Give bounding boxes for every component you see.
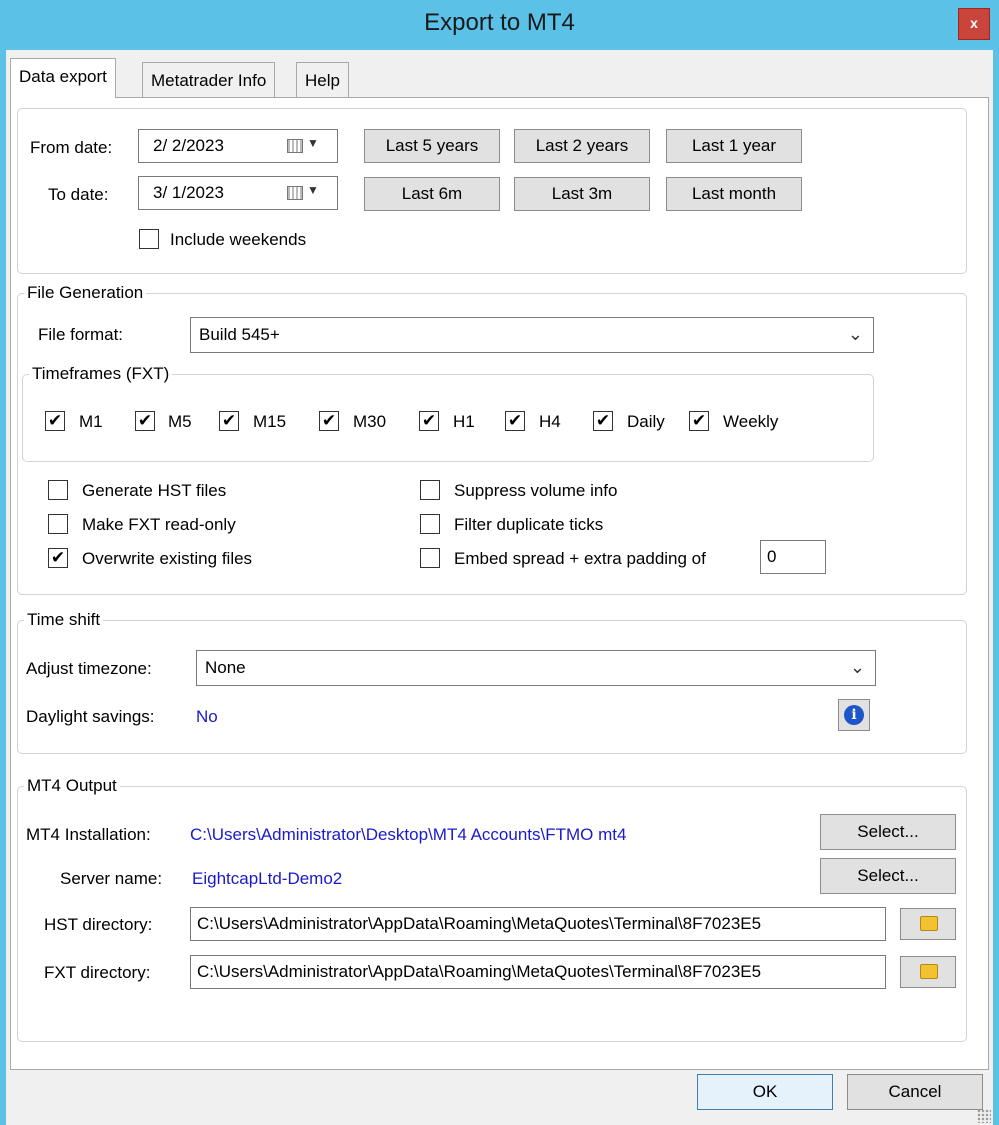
chevron-down-icon: ⌄ — [849, 657, 865, 677]
mt4-output-group: MT4 Output MT4 Installation: C:\Users\Ad… — [17, 776, 967, 1042]
generate-hst-checkbox[interactable] — [48, 480, 68, 500]
date-range-group: From date: 2/ 2/2023 ▼ To date: 3/ 1/202… — [17, 108, 967, 274]
info-icon: i — [844, 705, 864, 725]
file-format-select[interactable]: Build 545+ ⌄ — [190, 317, 874, 353]
last-5-years-button[interactable]: Last 5 years — [364, 129, 500, 163]
last-1-year-button[interactable]: Last 1 year — [666, 129, 802, 163]
timezone-value: None — [205, 658, 246, 677]
from-date-picker[interactable]: 2/ 2/2023 ▼ — [138, 129, 338, 163]
calendar-icon — [287, 186, 303, 200]
timeframe-m30-label: M30 — [353, 412, 387, 431]
resize-grip[interactable] — [977, 1109, 991, 1123]
timeframe-weekly-label: Weekly — [723, 412, 779, 431]
tab-metatrader-info[interactable]: Metatrader Info — [142, 62, 276, 98]
overwrite-files-checkbox[interactable]: ✔ — [48, 548, 68, 568]
from-date-value: 2/ 2/2023 — [153, 136, 224, 155]
suppress-volume-label: Suppress volume info — [454, 481, 618, 500]
last-2-years-button[interactable]: Last 2 years — [514, 129, 650, 163]
mt4-installation-path: C:\Users\Administrator\Desktop\MT4 Accou… — [190, 825, 627, 844]
select-installation-button[interactable]: Select... — [820, 814, 956, 850]
suppress-volume-checkbox[interactable] — [420, 480, 440, 500]
chevron-down-icon: ▼ — [307, 183, 319, 197]
timeframe-h4-checkbox[interactable]: ✔ — [505, 411, 525, 431]
generate-hst-label: Generate HST files — [82, 481, 227, 500]
server-name-label: Server name: — [60, 869, 163, 888]
server-name-value: EightcapLtd-Demo2 — [192, 869, 343, 888]
timeframe-m5-label: M5 — [168, 412, 192, 431]
time-shift-group: Time shift Adjust timezone: None ⌄ Dayli… — [17, 610, 967, 754]
select-server-button[interactable]: Select... — [820, 858, 956, 894]
timeframe-h1-checkbox[interactable]: ✔ — [419, 411, 439, 431]
timezone-select[interactable]: None ⌄ — [196, 650, 876, 686]
tab-help[interactable]: Help — [296, 62, 349, 98]
padding-input[interactable]: 0 — [760, 540, 826, 574]
to-date-picker[interactable]: 3/ 1/2023 ▼ — [138, 176, 338, 210]
to-date-value: 3/ 1/2023 — [153, 183, 224, 202]
calendar-icon — [287, 139, 303, 153]
file-generation-legend: File Generation — [24, 283, 147, 303]
ok-button[interactable]: OK — [697, 1074, 833, 1110]
folder-icon — [920, 964, 938, 979]
folder-icon — [920, 916, 938, 931]
filter-duplicates-checkbox[interactable] — [420, 514, 440, 534]
embed-spread-label: Embed spread + extra padding of — [454, 549, 706, 568]
hst-directory-input[interactable]: C:\Users\Administrator\AppData\Roaming\M… — [190, 907, 886, 941]
timeframe-m15-label: M15 — [253, 412, 287, 431]
timeframe-daily-label: Daily — [627, 412, 665, 431]
adjust-timezone-label: Adjust timezone: — [26, 659, 152, 678]
from-date-label: From date: — [30, 138, 113, 157]
tab-panel-data-export: From date: 2/ 2/2023 ▼ To date: 3/ 1/202… — [10, 97, 989, 1070]
timeframe-daily-checkbox[interactable]: ✔ — [593, 411, 613, 431]
fxt-read-only-checkbox[interactable] — [48, 514, 68, 534]
chevron-down-icon: ⌄ — [847, 324, 863, 344]
time-shift-legend: Time shift — [24, 610, 104, 630]
fxt-directory-label: FXT directory: — [44, 963, 151, 982]
timeframe-m15-checkbox[interactable]: ✔ — [219, 411, 239, 431]
timeframe-m5-checkbox[interactable]: ✔ — [135, 411, 155, 431]
file-format-value: Build 545+ — [199, 325, 280, 344]
close-button[interactable]: x — [958, 8, 990, 40]
window-title: Export to MT4 — [424, 9, 575, 36]
hst-browse-button[interactable] — [900, 908, 956, 940]
timeframe-m1-checkbox[interactable]: ✔ — [45, 411, 65, 431]
hst-directory-label: HST directory: — [44, 915, 153, 934]
mt4-output-legend: MT4 Output — [24, 776, 120, 796]
embed-spread-checkbox[interactable] — [420, 548, 440, 568]
tab-data-export[interactable]: Data export — [10, 58, 116, 98]
timeframe-m30-checkbox[interactable]: ✔ — [319, 411, 339, 431]
last-6m-button[interactable]: Last 6m — [364, 177, 500, 211]
timeframes-group: Timeframes (FXT) ✔ M1 ✔ M5 ✔ M15 ✔ M30 ✔… — [22, 364, 874, 462]
last-month-button[interactable]: Last month — [666, 177, 802, 211]
include-weekends-label: Include weekends — [170, 230, 307, 249]
filter-duplicates-label: Filter duplicate ticks — [454, 515, 604, 534]
overwrite-files-label: Overwrite existing files — [82, 549, 253, 568]
cancel-button[interactable]: Cancel — [847, 1074, 983, 1110]
last-3m-button[interactable]: Last 3m — [514, 177, 650, 211]
chevron-down-icon: ▼ — [307, 136, 319, 150]
timeframe-h1-label: H1 — [453, 412, 475, 431]
file-generation-group: File Generation File format: Build 545+ … — [17, 283, 967, 595]
timeframes-legend: Timeframes (FXT) — [29, 364, 173, 384]
to-date-label: To date: — [48, 185, 109, 204]
include-weekends-checkbox[interactable] — [139, 229, 159, 249]
file-format-label: File format: — [38, 325, 124, 344]
fxt-read-only-label: Make FXT read-only — [82, 515, 236, 534]
fxt-browse-button[interactable] — [900, 956, 956, 988]
daylight-info-button[interactable]: i — [838, 699, 870, 731]
title-bar: Export to MT4 x — [0, 0, 999, 50]
dialog-client: Data export Metatrader Info Help From da… — [6, 50, 993, 1125]
mt4-installation-label: MT4 Installation: — [26, 825, 151, 844]
timeframe-weekly-checkbox[interactable]: ✔ — [689, 411, 709, 431]
daylight-savings-label: Daylight savings: — [26, 707, 155, 726]
daylight-savings-value: No — [196, 707, 218, 726]
timeframe-m1-label: M1 — [79, 412, 103, 431]
timeframe-h4-label: H4 — [539, 412, 561, 431]
fxt-directory-input[interactable]: C:\Users\Administrator\AppData\Roaming\M… — [190, 955, 886, 989]
